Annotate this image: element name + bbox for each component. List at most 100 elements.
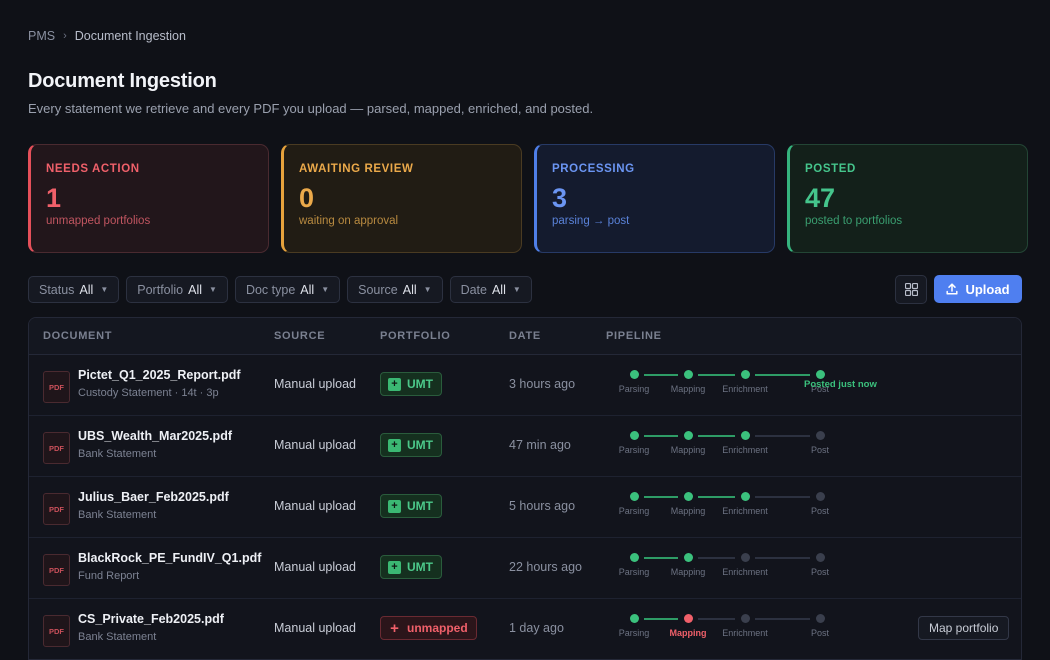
caret-down-icon: ▼ bbox=[423, 285, 432, 294]
plus-icon: + bbox=[388, 499, 401, 513]
step-label: Enrichment bbox=[722, 567, 768, 577]
pdf-file-icon: PDF bbox=[43, 371, 70, 403]
filter-value: All bbox=[79, 282, 94, 297]
pipeline-step: Enrichment bbox=[717, 426, 773, 455]
pipeline-step: Parsing bbox=[606, 487, 662, 516]
document-type: Fund Report bbox=[78, 570, 140, 582]
header-document[interactable]: DOCUMENT bbox=[43, 330, 112, 342]
card-sub: waiting on approval bbox=[299, 215, 399, 227]
table-row[interactable]: PDF BlackRock_PE_FundIV_Q1.pdf Fund Report… bbox=[29, 538, 1021, 599]
pipeline-step: Enrichment bbox=[717, 365, 773, 394]
caret-down-icon: ▼ bbox=[321, 285, 330, 294]
upload-button[interactable]: Upload bbox=[934, 275, 1022, 303]
pdf-file-icon: PDF bbox=[43, 493, 70, 525]
step-status-dot bbox=[815, 431, 825, 440]
card-posted[interactable]: POSTED 47 posted to portfolios bbox=[787, 144, 1028, 253]
step-label: Mapping bbox=[670, 506, 706, 516]
card-label: NEEDS ACTION bbox=[46, 163, 140, 175]
filter-source[interactable]: Source All ▼ bbox=[347, 276, 443, 303]
step-status-dot bbox=[629, 431, 639, 440]
upload-icon bbox=[946, 283, 959, 295]
pdf-file-icon: PDF bbox=[43, 554, 70, 586]
document-type: Bank Statement bbox=[78, 509, 157, 521]
step-status-dot bbox=[815, 370, 825, 379]
pipeline-step: Enrichment bbox=[717, 548, 773, 577]
pipeline-progress: Parsing Mapping Enrichment Post bbox=[606, 548, 906, 588]
document-source: Manual upload bbox=[274, 438, 357, 452]
step-status-dot bbox=[683, 492, 693, 501]
card-count: 3 bbox=[552, 183, 568, 213]
breadcrumb: PMS › Document Ingestion bbox=[28, 29, 186, 43]
card-sub: unmapped portfolios bbox=[46, 215, 151, 227]
step-label: Parsing bbox=[618, 445, 650, 455]
pipeline-step: Enrichment bbox=[717, 487, 773, 516]
card-awaiting-review[interactable]: AWAITING REVIEW 0 waiting on approval bbox=[281, 144, 522, 253]
pipeline-step: Mapping bbox=[660, 487, 716, 516]
card-count: 1 bbox=[46, 183, 62, 213]
header-date[interactable]: DATE bbox=[509, 330, 541, 342]
grid-view-button[interactable] bbox=[895, 275, 927, 304]
step-status-dot bbox=[740, 370, 750, 379]
portfolio-badge[interactable]: + unmapped bbox=[380, 616, 477, 640]
filter-label: Date bbox=[460, 282, 487, 297]
document-name[interactable]: Pictet_Q1_2025_Report.pdf bbox=[78, 368, 241, 382]
document-name[interactable]: CS_Private_Feb2025.pdf bbox=[78, 612, 224, 626]
card-sub: posted to portfolios bbox=[805, 215, 903, 227]
step-status-dot bbox=[815, 553, 825, 562]
map-portfolio-button[interactable]: Map portfolio bbox=[918, 616, 1010, 640]
document-source: Manual upload bbox=[274, 499, 357, 513]
breadcrumb-current: Document Ingestion bbox=[74, 29, 186, 43]
filter-label: Source bbox=[358, 282, 398, 297]
step-status-dot bbox=[740, 492, 750, 501]
step-status-dot bbox=[629, 370, 639, 379]
step-label: Parsing bbox=[618, 567, 650, 577]
header-pipeline[interactable]: PIPELINE bbox=[606, 330, 662, 342]
step-label: Post bbox=[810, 567, 829, 577]
pipeline-step: Parsing bbox=[606, 365, 662, 394]
card-needs-action[interactable]: NEEDS ACTION 1 unmapped portfolios bbox=[28, 144, 269, 253]
pipeline-step: Parsing bbox=[606, 609, 662, 638]
step-status-dot bbox=[629, 553, 639, 562]
document-name[interactable]: Julius_Baer_Feb2025.pdf bbox=[78, 490, 229, 504]
caret-down-icon: ▼ bbox=[100, 285, 109, 294]
pipeline-step: Post bbox=[792, 548, 848, 577]
document-name[interactable]: UBS_Wealth_Mar2025.pdf bbox=[78, 429, 232, 443]
step-status-dot bbox=[740, 614, 750, 623]
portfolio-badge[interactable]: + UMT bbox=[380, 494, 442, 518]
filter-portfolio[interactable]: Portfolio All ▼ bbox=[126, 276, 228, 303]
table-row[interactable]: PDF UBS_Wealth_Mar2025.pdf Bank Statement M… bbox=[29, 416, 1021, 477]
step-label: Post bbox=[810, 445, 829, 455]
filter-value: All bbox=[402, 282, 417, 297]
caret-down-icon: ▼ bbox=[512, 285, 521, 294]
pipeline-step: Post bbox=[792, 487, 848, 516]
table-row[interactable]: PDF CS_Private_Feb2025.pdf Bank Statement M… bbox=[29, 599, 1021, 659]
filter-status[interactable]: Status All ▼ bbox=[28, 276, 120, 303]
step-status-dot bbox=[683, 370, 693, 379]
step-status-dot bbox=[740, 431, 750, 440]
portfolio-badge[interactable]: + UMT bbox=[380, 555, 442, 579]
step-label: Mapping bbox=[670, 384, 706, 394]
pipeline-progress: Parsing Mapping Enrichment Post bbox=[606, 426, 906, 466]
filter-doc-type[interactable]: Doc type All ▼ bbox=[234, 276, 341, 303]
card-processing[interactable]: PROCESSING 3 parsing → post bbox=[534, 144, 775, 253]
pipeline-step: Post bbox=[792, 609, 848, 638]
table-row[interactable]: PDF Pictet_Q1_2025_Report.pdf Custody Stat… bbox=[29, 355, 1021, 416]
portfolio-badge[interactable]: + UMT bbox=[380, 372, 442, 396]
step-status-dot bbox=[683, 614, 693, 623]
pipeline-step: Mapping bbox=[660, 365, 716, 394]
document-date: 5 hours ago bbox=[509, 499, 576, 513]
filter-date[interactable]: Date All ▼ bbox=[449, 276, 532, 303]
pdf-file-icon: PDF bbox=[43, 615, 70, 647]
breadcrumb-root[interactable]: PMS bbox=[28, 29, 55, 43]
portfolio-label: UMT bbox=[407, 499, 433, 513]
document-date: 22 hours ago bbox=[509, 560, 582, 574]
document-source: Manual upload bbox=[274, 560, 357, 574]
document-name[interactable]: BlackRock_PE_FundIV_Q1.pdf bbox=[78, 551, 261, 565]
table-row[interactable]: PDF Julius_Baer_Feb2025.pdf Bank Statement… bbox=[29, 477, 1021, 538]
header-portfolio[interactable]: PORTFOLIO bbox=[380, 330, 450, 342]
portfolio-badge[interactable]: + UMT bbox=[380, 433, 442, 457]
filter-value: All bbox=[188, 282, 203, 297]
filter-label: Status bbox=[39, 282, 75, 297]
step-status-dot bbox=[683, 553, 693, 562]
header-source[interactable]: SOURCE bbox=[274, 330, 325, 342]
